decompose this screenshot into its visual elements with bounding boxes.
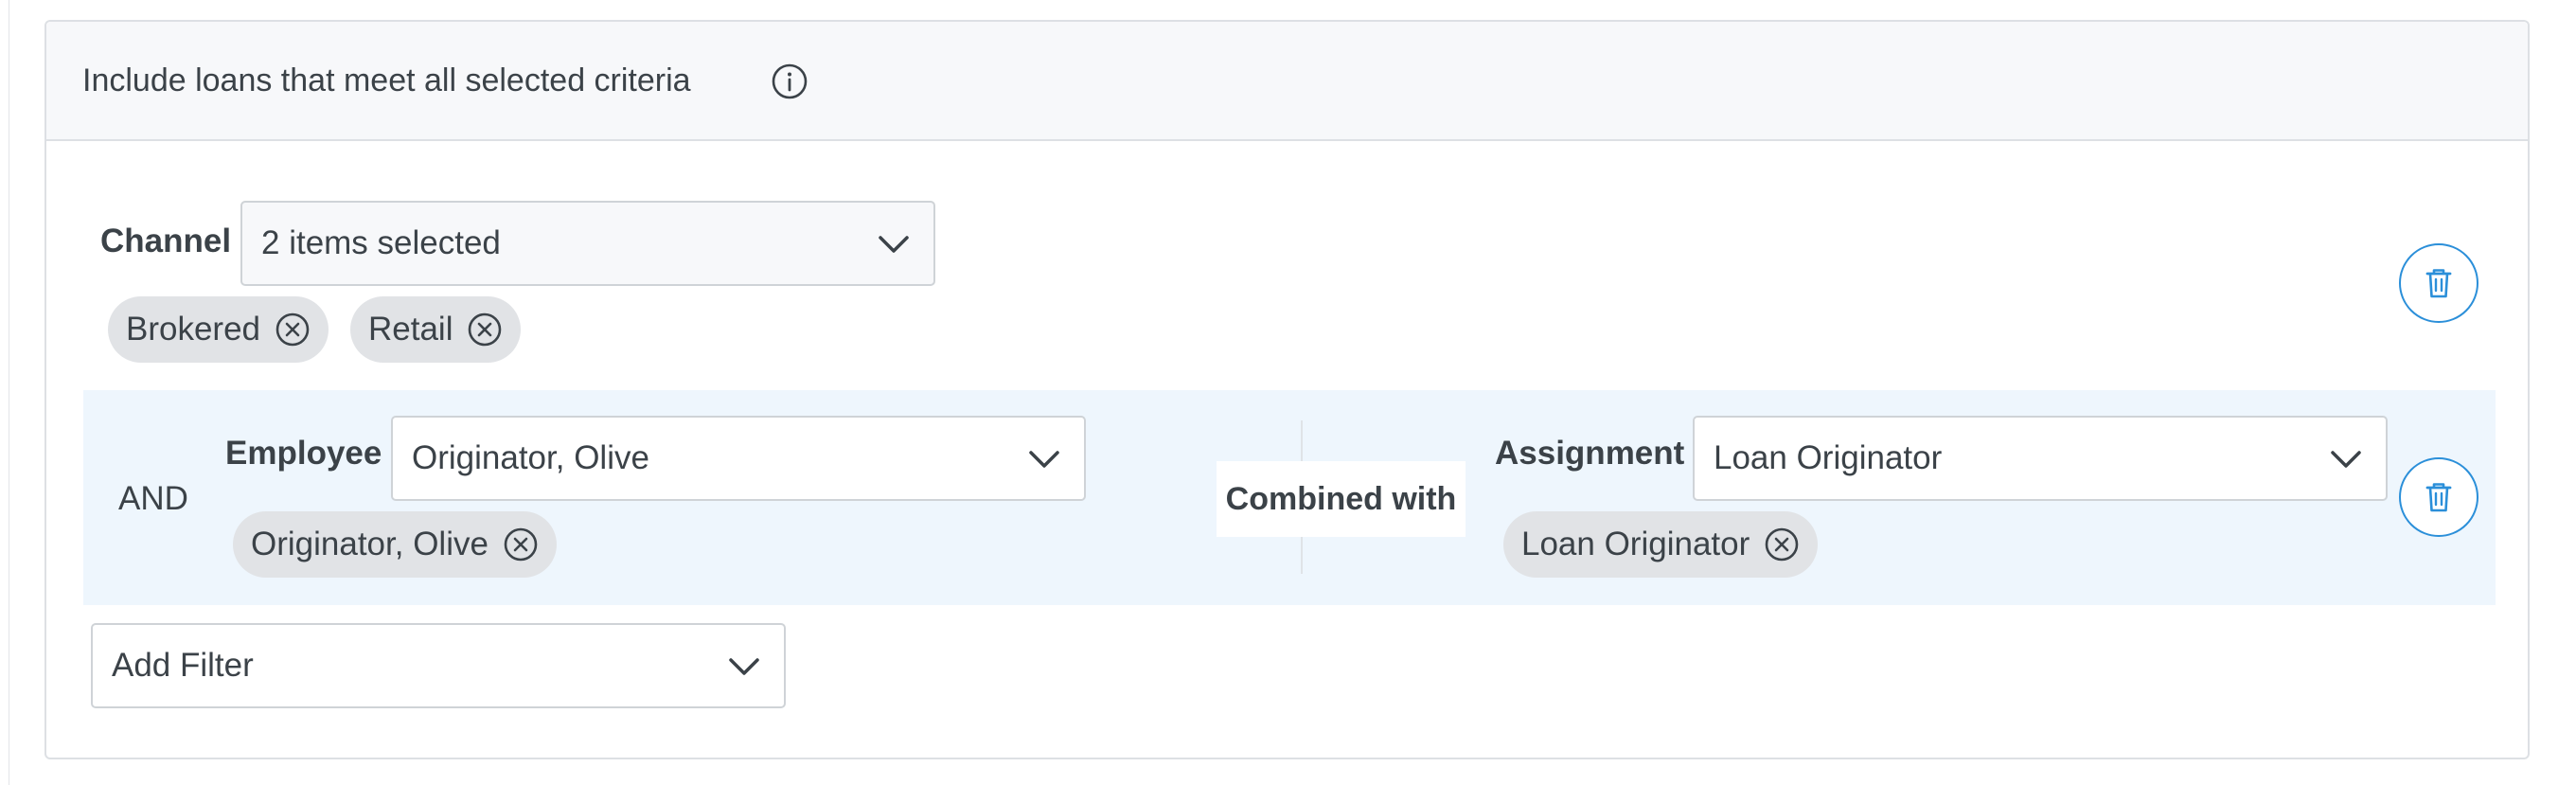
close-circle-icon[interactable] (466, 311, 504, 348)
chip-label: Brokered (126, 311, 261, 348)
delete-combined-filter-button[interactable] (2399, 457, 2478, 537)
channel-label: Channel (100, 223, 232, 259)
channel-select-value: 2 items selected (261, 224, 501, 261)
combined-with-label: Combined with (1217, 461, 1466, 537)
chip-loan-originator: Loan Originator (1503, 511, 1819, 578)
channel-select[interactable]: 2 items selected (240, 201, 935, 286)
combined-filter-group: AND Employee Originator, Olive Originato… (83, 390, 2496, 605)
trash-icon (2425, 483, 2452, 512)
chip-brokered: Brokered (108, 296, 329, 363)
chevron-down-icon (2331, 451, 2361, 468)
employee-select[interactable]: Originator, Olive (391, 416, 1086, 501)
close-circle-icon[interactable] (1763, 526, 1801, 563)
info-icon[interactable] (771, 62, 808, 100)
close-circle-icon[interactable] (274, 311, 311, 348)
chevron-down-icon (729, 658, 759, 675)
chip-originator-olive: Originator, Olive (233, 511, 557, 578)
and-operator-label: AND (118, 480, 188, 517)
employee-label: Employee (225, 435, 382, 472)
add-filter-value: Add Filter (112, 647, 254, 684)
chip-label: Retail (368, 311, 453, 348)
delete-channel-filter-button[interactable] (2399, 243, 2478, 323)
chip-retail: Retail (350, 296, 522, 363)
chip-label: Originator, Olive (251, 526, 489, 562)
close-circle-icon[interactable] (502, 526, 540, 563)
trash-icon (2425, 269, 2452, 298)
chevron-down-icon (879, 236, 909, 253)
filter-criteria-panel: Include loans that meet all selected cri… (44, 20, 2530, 759)
panel-header: Include loans that meet all selected cri… (46, 22, 2528, 141)
panel-title: Include loans that meet all selected cri… (82, 62, 691, 98)
assignment-label: Assignment (1495, 435, 1685, 472)
assignment-select-value: Loan Originator (1714, 439, 1943, 476)
employee-select-value: Originator, Olive (412, 439, 649, 476)
chevron-down-icon (1029, 451, 1059, 468)
chip-label: Loan Originator (1521, 526, 1750, 562)
add-filter-select[interactable]: Add Filter (91, 623, 786, 708)
assignment-select[interactable]: Loan Originator (1693, 416, 2388, 501)
